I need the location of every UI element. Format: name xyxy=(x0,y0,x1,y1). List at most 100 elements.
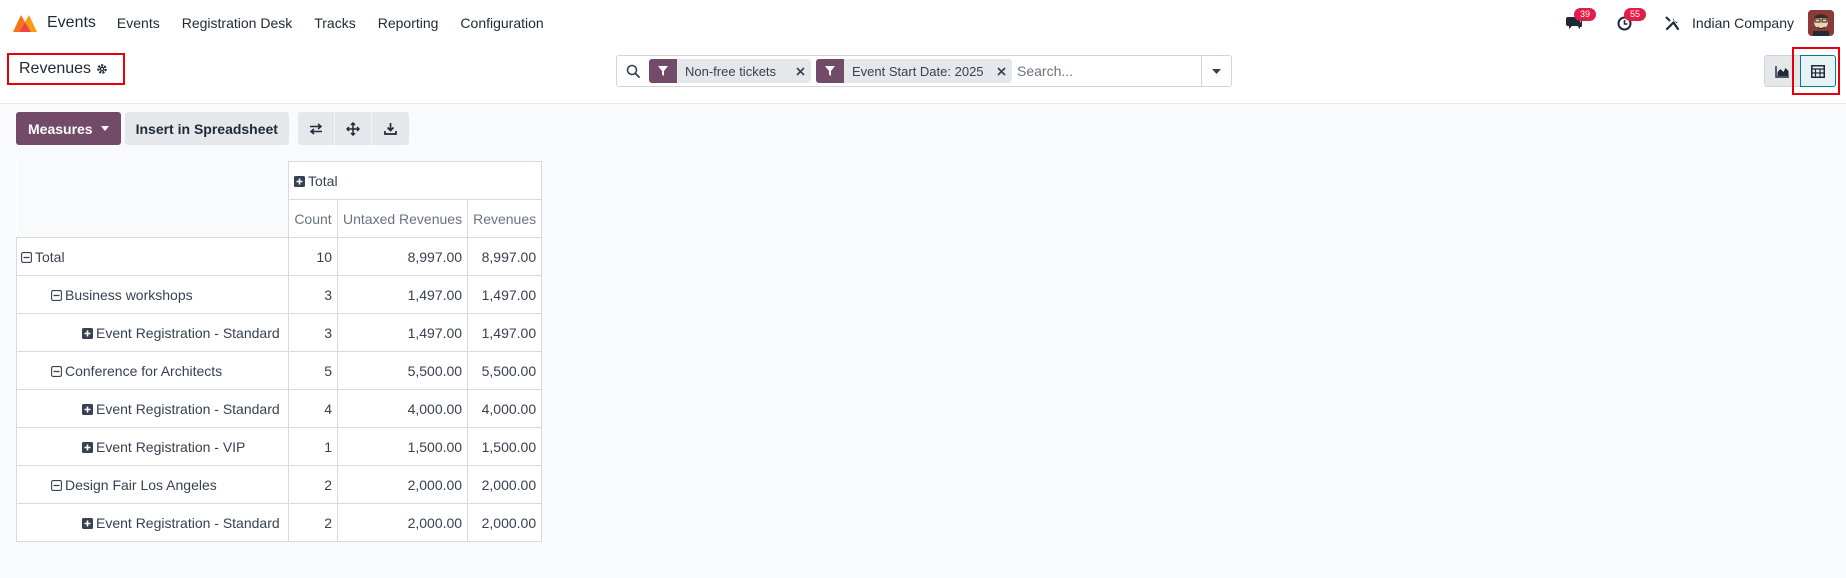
minus-square-icon xyxy=(51,365,62,377)
plus-square-icon xyxy=(82,517,93,529)
cell-revenues[interactable]: 5,500.00 xyxy=(467,351,543,390)
row-header[interactable]: Event Registration - VIP xyxy=(16,427,289,466)
cell-count[interactable]: 10 xyxy=(288,237,338,276)
cell-count[interactable]: 2 xyxy=(288,465,338,504)
facet-label: Non-free tickets xyxy=(685,63,777,79)
pivot-corner xyxy=(16,161,289,238)
pivot-view-button[interactable] xyxy=(1800,55,1836,87)
cell-untaxed-revenues[interactable]: 2,000.00 xyxy=(336,465,469,504)
search-icon[interactable] xyxy=(617,56,649,86)
row-header-label: Conference for Architects xyxy=(65,362,223,379)
measures-label: Measures xyxy=(28,120,93,137)
plus-square-icon xyxy=(82,327,93,339)
caret-down-icon xyxy=(100,126,109,131)
row-header-label: Total xyxy=(35,248,65,265)
plus-square-icon xyxy=(82,441,93,453)
app-brand[interactable]: Events xyxy=(11,12,96,34)
activities-button[interactable]: 55 xyxy=(1610,8,1647,37)
row-header[interactable]: Conference for Architects xyxy=(16,351,289,390)
pivot-body: Total 10 8,997.00 8,997.00 Business workshop… xyxy=(16,237,543,542)
cell-untaxed-revenues[interactable]: 1,497.00 xyxy=(336,275,469,314)
cell-untaxed-revenues[interactable]: 1,497.00 xyxy=(336,313,469,352)
measure-header-count[interactable]: Count xyxy=(288,199,338,238)
minus-square-icon xyxy=(51,289,62,301)
cell-revenues[interactable]: 1,497.00 xyxy=(467,313,543,352)
cell-revenues[interactable]: 4,000.00 xyxy=(467,389,543,428)
avatar-image-icon xyxy=(1808,10,1834,36)
cell-count[interactable]: 3 xyxy=(288,313,338,352)
search-facet-start-date: Event Start Date: 2025 xyxy=(816,59,1012,83)
menu-reporting[interactable]: Reporting xyxy=(367,15,450,31)
expand-all-button[interactable] xyxy=(334,112,372,145)
col-header-total[interactable]: Total xyxy=(287,161,543,200)
search-input[interactable] xyxy=(1017,57,1201,85)
cell-revenues[interactable]: 8,997.00 xyxy=(467,237,543,276)
row-header[interactable]: Event Registration - Standard xyxy=(16,389,289,428)
menu-configuration[interactable]: Configuration xyxy=(449,15,554,31)
row-header-label: Event Registration - Standard xyxy=(96,400,280,417)
messages-button[interactable]: 39 xyxy=(1560,8,1597,37)
table-icon xyxy=(1811,64,1825,78)
pivot-row: Conference for Architects 5 5,500.00 5,500.… xyxy=(16,351,543,390)
page-title: Revenues xyxy=(19,60,92,77)
company-switcher[interactable]: Indian Company xyxy=(1692,15,1794,31)
view-switcher xyxy=(1764,55,1836,87)
row-header[interactable]: Design Fair Los Angeles xyxy=(16,465,289,504)
menu-registration-desk[interactable]: Registration Desk xyxy=(171,15,304,31)
measure-header-untaxed-revenues[interactable]: Untaxed Revenues xyxy=(336,199,469,238)
measure-header-revenues[interactable]: Revenues xyxy=(467,199,543,238)
remove-facet-close-icon[interactable] xyxy=(992,59,1010,83)
pivot-table: Total Count Untaxed Revenues Revenues To… xyxy=(16,161,543,542)
cell-revenues[interactable]: 1,497.00 xyxy=(467,275,543,314)
app-name[interactable]: Events xyxy=(47,14,96,32)
row-header[interactable]: Event Registration - Standard xyxy=(16,503,289,542)
cell-count[interactable]: 2 xyxy=(288,503,338,542)
cell-revenues[interactable]: 2,000.00 xyxy=(467,503,543,542)
breadcrumb: Revenues xyxy=(7,53,125,85)
col-header-label: Total xyxy=(308,172,338,189)
pivot-row: Event Registration - Standard 2 2,000.00 2,… xyxy=(16,503,543,542)
filter-icon xyxy=(816,59,844,83)
debug-tools-button[interactable] xyxy=(1658,9,1686,37)
cell-untaxed-revenues[interactable]: 4,000.00 xyxy=(336,389,469,428)
cell-count[interactable]: 5 xyxy=(288,351,338,390)
remove-facet-close-icon[interactable] xyxy=(791,59,809,83)
flip-axis-button[interactable] xyxy=(297,112,335,145)
search-facet-non-free: Non-free tickets xyxy=(649,59,811,83)
download-button[interactable] xyxy=(371,112,409,145)
cell-count[interactable]: 1 xyxy=(288,427,338,466)
row-header-label: Event Registration - Standard xyxy=(96,514,280,531)
minus-square-icon xyxy=(51,479,62,491)
cell-revenues[interactable]: 1,500.00 xyxy=(467,427,543,466)
user-avatar[interactable] xyxy=(1808,10,1834,36)
cell-untaxed-revenues[interactable]: 8,997.00 xyxy=(336,237,469,276)
row-header[interactable]: Event Registration - Standard xyxy=(16,313,289,352)
row-header-label: Event Registration - Standard xyxy=(96,324,280,341)
gear-icon[interactable] xyxy=(96,63,108,75)
area-chart-icon xyxy=(1775,65,1789,78)
graph-view-button[interactable] xyxy=(1764,55,1800,87)
tools-icon xyxy=(1665,16,1679,30)
search-options-toggle[interactable] xyxy=(1201,56,1231,86)
menu-events[interactable]: Events xyxy=(106,15,171,31)
cell-revenues[interactable]: 2,000.00 xyxy=(467,465,543,504)
cell-untaxed-revenues[interactable]: 1,500.00 xyxy=(336,427,469,466)
row-header-label: Event Registration - VIP xyxy=(96,438,246,455)
filter-icon xyxy=(649,59,677,83)
cell-count[interactable]: 4 xyxy=(288,389,338,428)
cell-untaxed-revenues[interactable]: 5,500.00 xyxy=(336,351,469,390)
plus-square-icon xyxy=(294,175,305,187)
cell-count[interactable]: 3 xyxy=(288,275,338,314)
pivot-row: Event Registration - Standard 3 1,497.00 1,… xyxy=(16,313,543,352)
facet-label: Event Start Date: 2025 xyxy=(852,63,984,79)
pivot-row: Event Registration - VIP 1 1,500.00 1,500.0… xyxy=(16,427,543,466)
row-header[interactable]: Total xyxy=(16,237,289,276)
measures-button[interactable]: Measures xyxy=(16,112,121,145)
cell-untaxed-revenues[interactable]: 2,000.00 xyxy=(336,503,469,542)
menu-tracks[interactable]: Tracks xyxy=(303,15,366,31)
row-header-label: Business workshops xyxy=(65,286,193,303)
top-navbar: Events Events Registration Desk Tracks R… xyxy=(0,0,1846,46)
insert-in-spreadsheet-button[interactable]: Insert in Spreadsheet xyxy=(124,112,289,145)
row-header[interactable]: Business workshops xyxy=(16,275,289,314)
events-app-icon xyxy=(13,15,37,32)
